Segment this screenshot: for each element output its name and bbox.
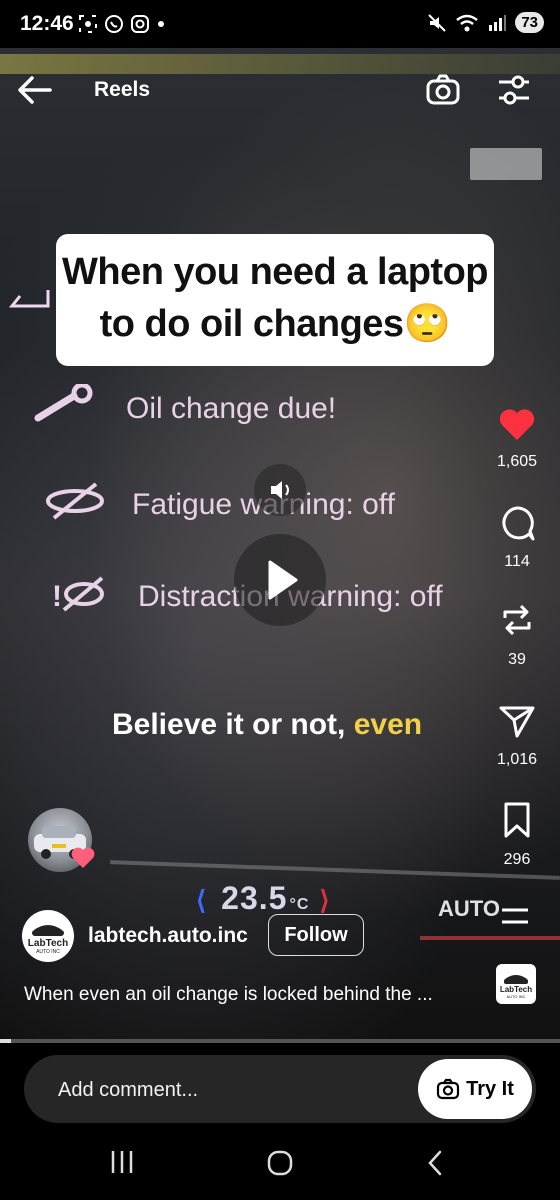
system-nav-bar xyxy=(0,1139,560,1195)
screenshot-icon xyxy=(79,15,97,33)
instagram-icon xyxy=(131,15,149,33)
share-action[interactable]: 1,016 xyxy=(490,702,544,769)
dash-temperature: ⟨ 23.5 °C ⟩ xyxy=(196,880,349,917)
caption-line-2-wrap: to do oil changes🙄 xyxy=(56,298,494,350)
status-system-icons: 73 xyxy=(427,12,544,33)
status-time: 12:46 xyxy=(20,12,74,35)
save-count: 296 xyxy=(503,851,531,868)
video-backdrop-vent xyxy=(470,148,542,180)
more-options-icon[interactable] xyxy=(500,904,530,928)
author-username[interactable]: labtech.auto.inc xyxy=(88,924,248,948)
temp-unit: °C xyxy=(289,896,310,913)
fatigue-off-icon xyxy=(46,482,104,520)
share-icon[interactable] xyxy=(497,702,537,740)
audio-source-logo[interactable]: LabTech AUTO INC xyxy=(496,964,536,1004)
recents-icon[interactable] xyxy=(108,1149,136,1175)
back-arrow-icon[interactable] xyxy=(14,72,54,108)
bottom-area: Add comment... Try It xyxy=(0,1043,560,1200)
repost-action[interactable]: 39 xyxy=(490,600,544,669)
distraction-off-icon: ! xyxy=(52,576,104,613)
small-heart-icon xyxy=(71,847,95,868)
wrench-icon xyxy=(34,384,93,422)
temp-value: 23.5 xyxy=(221,880,288,916)
wifi-icon xyxy=(456,14,479,31)
author-avatar[interactable]: LabTech AUTO INC xyxy=(22,910,74,962)
status-bar: 12:46 73 xyxy=(0,0,560,48)
try-it-label: Try It xyxy=(466,1077,514,1100)
reels-top-bar: Reels xyxy=(0,64,560,116)
audio-logo-text: LabTech xyxy=(499,985,533,994)
try-it-button[interactable]: Try It xyxy=(418,1059,532,1119)
follow-button[interactable]: Follow xyxy=(268,914,364,956)
dash-climate-mode: AUTO xyxy=(438,896,500,921)
svg-text:!: ! xyxy=(52,580,62,613)
comment-count: 114 xyxy=(504,553,530,570)
repost-count: 39 xyxy=(508,651,526,668)
camera-icon[interactable] xyxy=(424,72,462,108)
sound-button[interactable] xyxy=(254,464,306,516)
comment-icon[interactable] xyxy=(497,504,537,542)
caption-line-2: to do oil changes xyxy=(99,303,404,345)
temp-left-chevron: ⟨ xyxy=(196,885,208,915)
page-title: Reels xyxy=(94,78,151,101)
status-notification-icons xyxy=(78,14,166,34)
whatsapp-icon xyxy=(105,15,123,33)
avatar-logo-subtext: AUTO INC xyxy=(36,949,60,955)
signal-icon xyxy=(489,14,507,31)
like-action[interactable]: 1,605 xyxy=(490,406,544,471)
share-count: 1,016 xyxy=(496,751,538,768)
save-action[interactable]: 296 xyxy=(490,800,544,869)
nav-back-icon[interactable] xyxy=(424,1149,446,1177)
eye-roll-emoji: 🙄 xyxy=(403,303,451,345)
battery-indicator: 73 xyxy=(515,12,544,33)
comment-action[interactable]: 114 xyxy=(490,504,544,571)
video-backdrop-redline xyxy=(420,936,560,940)
video-arrow-glyph xyxy=(8,290,50,308)
camera-small-icon xyxy=(436,1078,460,1100)
dot-icon xyxy=(158,21,164,27)
home-icon[interactable] xyxy=(266,1149,294,1177)
subtitle-highlight: even xyxy=(353,708,423,741)
play-button[interactable] xyxy=(234,534,326,626)
filter-icon[interactable] xyxy=(496,72,532,108)
bookmark-icon[interactable] xyxy=(497,800,537,840)
play-icon xyxy=(268,560,298,600)
audio-logo-subtext: AUTO INC xyxy=(506,994,526,999)
video-caption-box: When you need a laptop to do oil changes… xyxy=(56,234,494,366)
temp-right-chevron: ⟩ xyxy=(319,885,331,915)
caption-line-1: When you need a laptop xyxy=(61,251,489,293)
mute-icon xyxy=(428,13,447,32)
comment-composer[interactable]: Add comment... Try It xyxy=(24,1055,536,1123)
dash-oil-change: Oil change due! xyxy=(126,392,337,425)
comment-placeholder[interactable]: Add comment... xyxy=(58,1079,198,1102)
post-description[interactable]: When even an oil change is locked behind… xyxy=(24,984,433,1006)
video-subtitle: Believe it or not, even xyxy=(112,708,422,742)
subtitle-text: Believe it or not, xyxy=(112,708,346,741)
sound-icon xyxy=(271,481,289,499)
like-count: 1,605 xyxy=(496,453,538,470)
avatar-logo-text: LabTech xyxy=(27,938,69,949)
repost-icon[interactable] xyxy=(497,600,537,640)
heart-icon[interactable] xyxy=(497,406,537,442)
